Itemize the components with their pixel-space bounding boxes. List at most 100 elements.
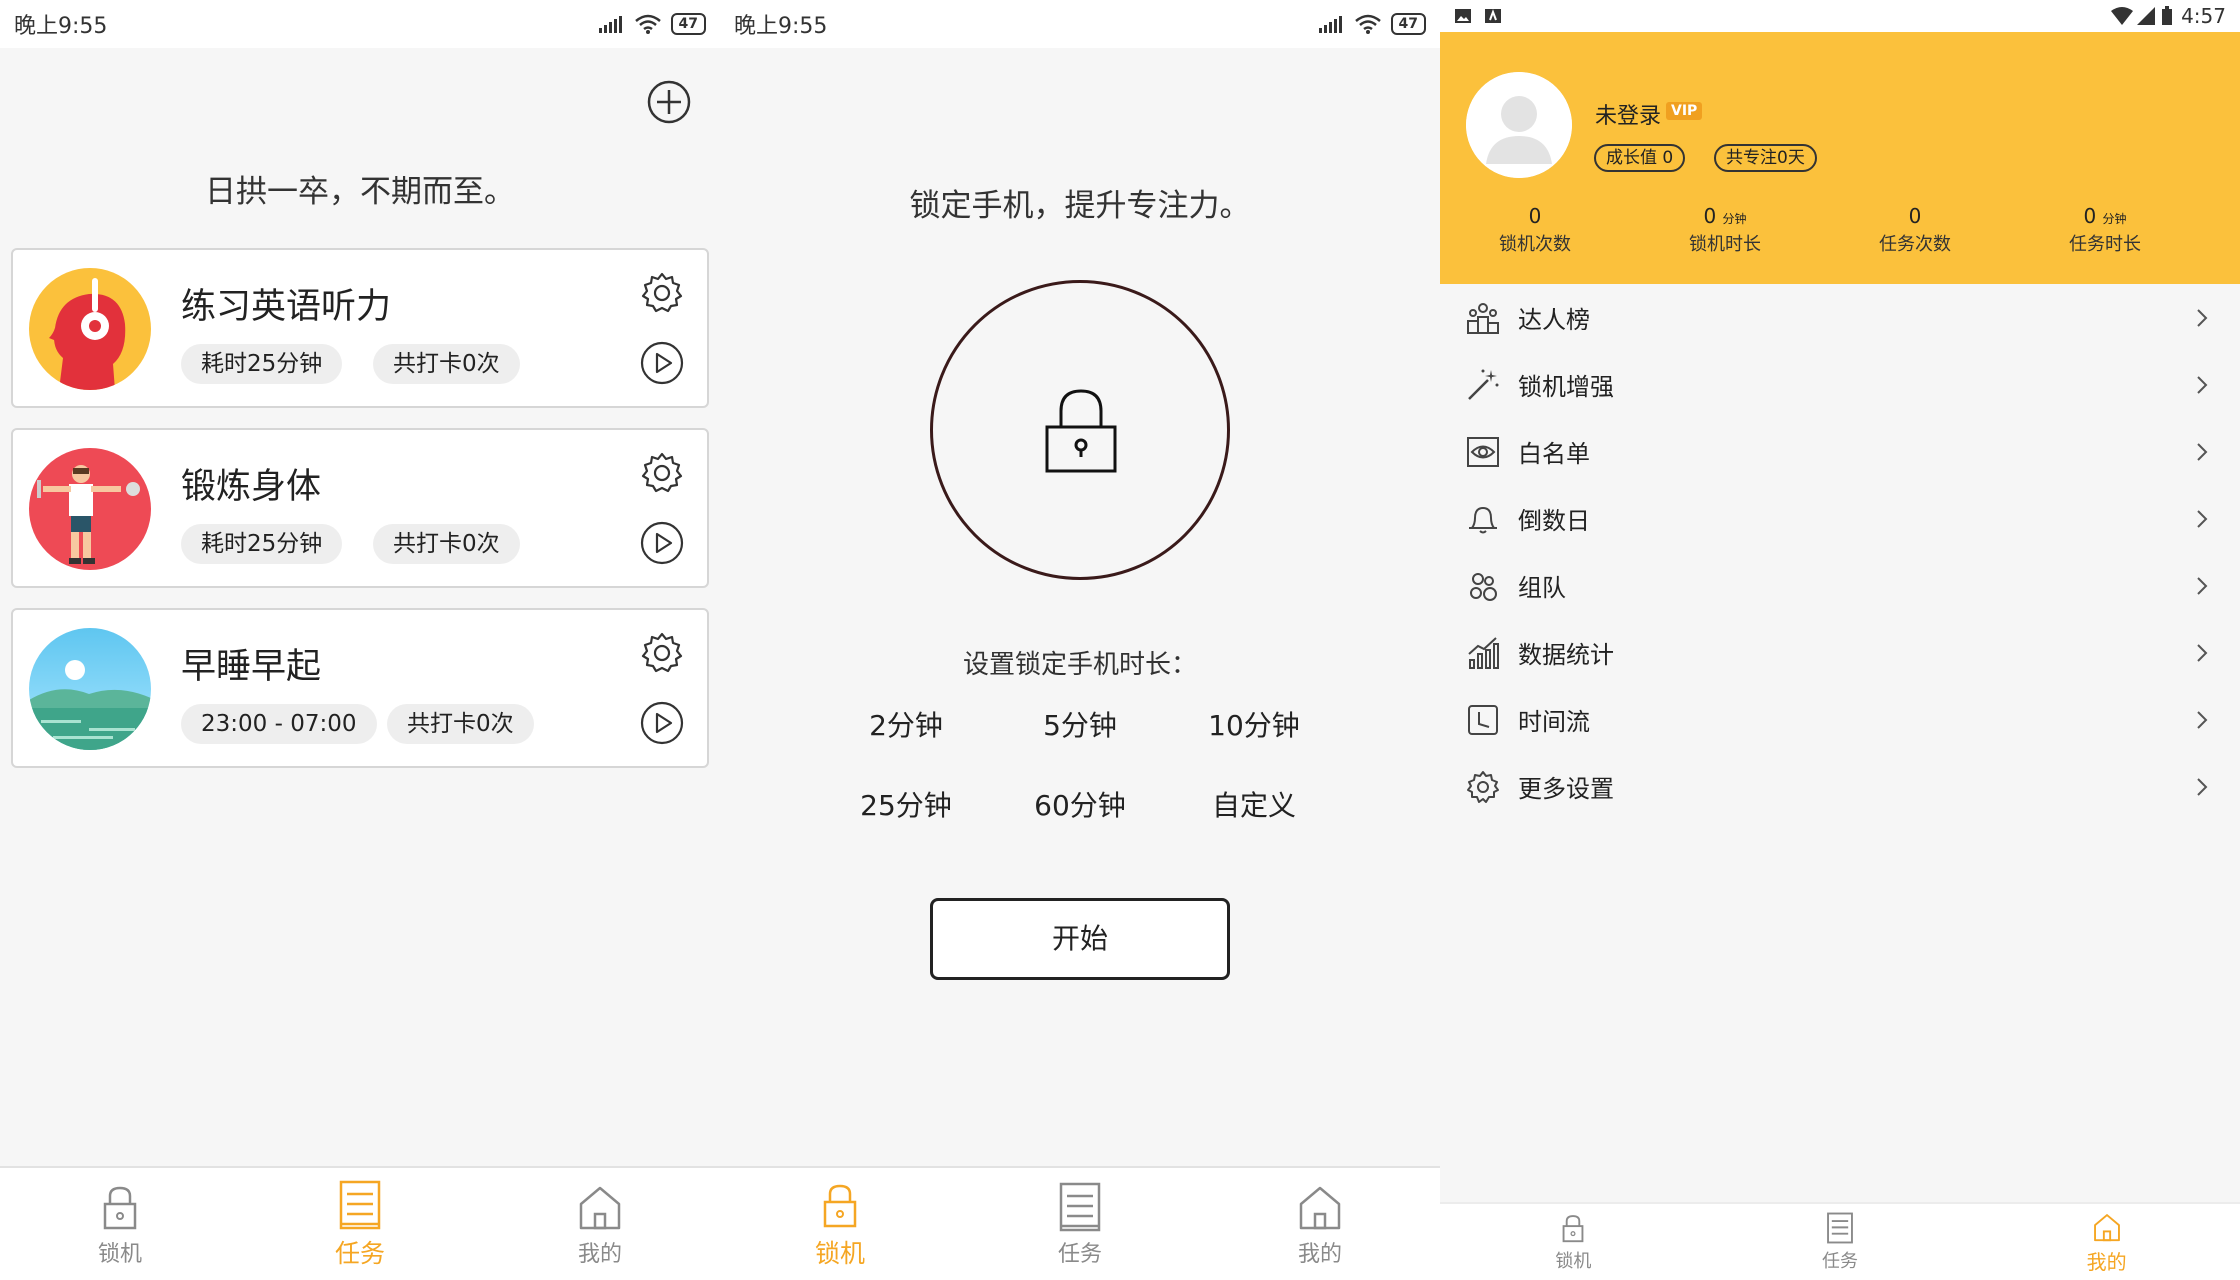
clock-icon [1468,704,1498,735]
lock-circle[interactable] [930,280,1230,580]
task-checkin-pill: 共打卡0次 [387,704,534,744]
nav-mine[interactable]: 我的 [1200,1168,1440,1280]
nav-tasks[interactable]: 任务 [240,1168,480,1280]
menu-label: 组队 [1518,574,1566,602]
duration-label: 设置锁定手机时长： [962,650,1197,680]
lock-slogan: 锁定手机，提升专注力。 [909,188,1251,224]
signal-icon [598,16,622,33]
growth-pill: 成长值 0 [1594,144,1686,172]
home-icon [579,1186,621,1230]
duration-option-10min[interactable]: 10分钟 [1164,704,1344,744]
nav-tasks[interactable]: 任务 [1707,1204,1974,1280]
nav-lock[interactable]: 锁机 [0,1168,240,1280]
image-notification-icon [1455,9,1471,23]
status-time: 晚上9:55 [14,14,108,39]
stat-task-count: 0 任务次数 [1820,204,2010,256]
menu-item-team[interactable]: 组队 [1440,552,2240,619]
nav-lock[interactable]: 锁机 [1440,1204,1707,1280]
battery-icon [2162,6,2173,25]
status-bar: 4:57 [1440,0,2240,32]
menu-item-countdown[interactable]: 倒数日 [1440,485,2240,552]
play-icon[interactable] [639,700,685,746]
wifi-icon [2111,7,2134,25]
nav-label: 任务 [334,1239,385,1268]
menu-item-statistics[interactable]: 数据统计 [1440,619,2240,686]
focus-days-pill: 共专注0天 [1714,144,1817,172]
task-avatar-sleep [29,628,151,750]
nav-label: 锁机 [97,1242,142,1267]
task-avatar-listening [29,268,151,390]
bell-icon [1469,506,1497,533]
task-checkin-pill: 共打卡0次 [373,524,520,564]
chevron-right-icon [2197,308,2208,327]
menu-item-lock-boost[interactable]: 锁机增强 [1440,351,2240,418]
menu-item-whitelist[interactable]: 白名单 [1440,418,2240,485]
lock-icon [103,1186,137,1230]
menu-label: 达人榜 [1518,306,1590,334]
padlock-icon [1045,389,1117,473]
eye-icon [1467,436,1499,467]
menu-item-more-settings[interactable]: 更多设置 [1440,753,2240,820]
play-icon[interactable] [639,340,685,386]
nav-mine[interactable]: 我的 [1973,1204,2240,1280]
magic-wand-icon [1468,369,1499,400]
status-bar: 晚上9:55 47 [0,0,720,48]
gear-icon[interactable] [639,630,685,676]
tasks-screen: 晚上9:55 47 日拱一卒，不期而至。 练习英语听力 耗时25分钟 共打卡0次… [0,0,720,1280]
task-card[interactable]: 锻炼身体 耗时25分钟 共打卡0次 [11,428,709,588]
chevron-right-icon [2197,576,2208,595]
nav-label: 我的 [2086,1249,2127,1274]
task-title: 早睡早起 [181,647,322,687]
task-avatar-exercise [29,448,151,570]
task-time-range-pill: 23:00 - 07:00 [181,704,377,744]
play-icon[interactable] [639,520,685,566]
home-icon [1299,1186,1341,1230]
nav-tasks[interactable]: 任务 [960,1168,1200,1280]
team-icon [1470,572,1497,601]
menu-label: 更多设置 [1518,775,1614,803]
chevron-right-icon [2197,375,2208,394]
stat-value: 0 [2083,204,2097,228]
app-notification-icon [1485,9,1501,23]
nav-lock[interactable]: 锁机 [720,1168,960,1280]
duration-option-2min[interactable]: 2分钟 [816,704,996,744]
task-card[interactable]: 练习英语听力 耗时25分钟 共打卡0次 [11,248,709,408]
task-card[interactable]: 早睡早起 23:00 - 07:00 共打卡0次 [11,608,709,768]
duration-option-25min[interactable]: 25分钟 [816,784,996,824]
menu-item-timeflow[interactable]: 时间流 [1440,686,2240,753]
gear-icon[interactable] [639,450,685,496]
signal-icon [2137,7,2156,25]
stat-lock-duration: 0 分钟 锁机时长 [1630,204,1820,256]
add-task-button[interactable] [647,80,691,124]
menu-label: 数据统计 [1518,641,1614,669]
stat-label: 任务次数 [1879,234,1951,255]
task-list-icon [1827,1212,1853,1244]
username[interactable]: 未登录 [1595,98,1661,130]
stat-lock-count: 0 锁机次数 [1440,204,1630,256]
lock-icon [823,1184,857,1228]
home-icon [2093,1213,2120,1241]
stat-task-duration: 0 分钟 任务时长 [2010,204,2200,256]
duration-option-custom[interactable]: 自定义 [1164,784,1344,824]
stat-unit: 分钟 [2102,212,2127,226]
chevron-right-icon [2197,710,2208,729]
task-list-icon [1059,1182,1101,1232]
nav-label: 我的 [1297,1242,1342,1267]
nav-label: 任务 [1057,1242,1102,1267]
user-avatar[interactable] [1466,72,1572,178]
bottom-nav: 锁机 任务 我的 [1440,1202,2240,1280]
stat-value: 0 [1528,204,1542,228]
stat-label: 锁机时长 [1689,234,1761,255]
duration-option-60min[interactable]: 60分钟 [990,784,1170,824]
nav-mine[interactable]: 我的 [480,1168,720,1280]
chevron-right-icon [2197,442,2208,461]
task-duration-pill: 耗时25分钟 [181,524,343,564]
stat-value: 0 [1703,204,1717,228]
vip-badge: VIP [1666,102,1703,120]
start-button[interactable]: 开始 [930,898,1230,980]
gear-icon[interactable] [639,270,685,316]
menu-item-ranking[interactable]: 达人榜 [1440,284,2240,351]
ranking-icon [1467,302,1499,334]
profile-menu: 达人榜 锁机增强 白名单 倒数日 组队 数据统计 时间流 更多设置 [1440,284,2240,820]
duration-option-5min[interactable]: 5分钟 [990,704,1170,744]
